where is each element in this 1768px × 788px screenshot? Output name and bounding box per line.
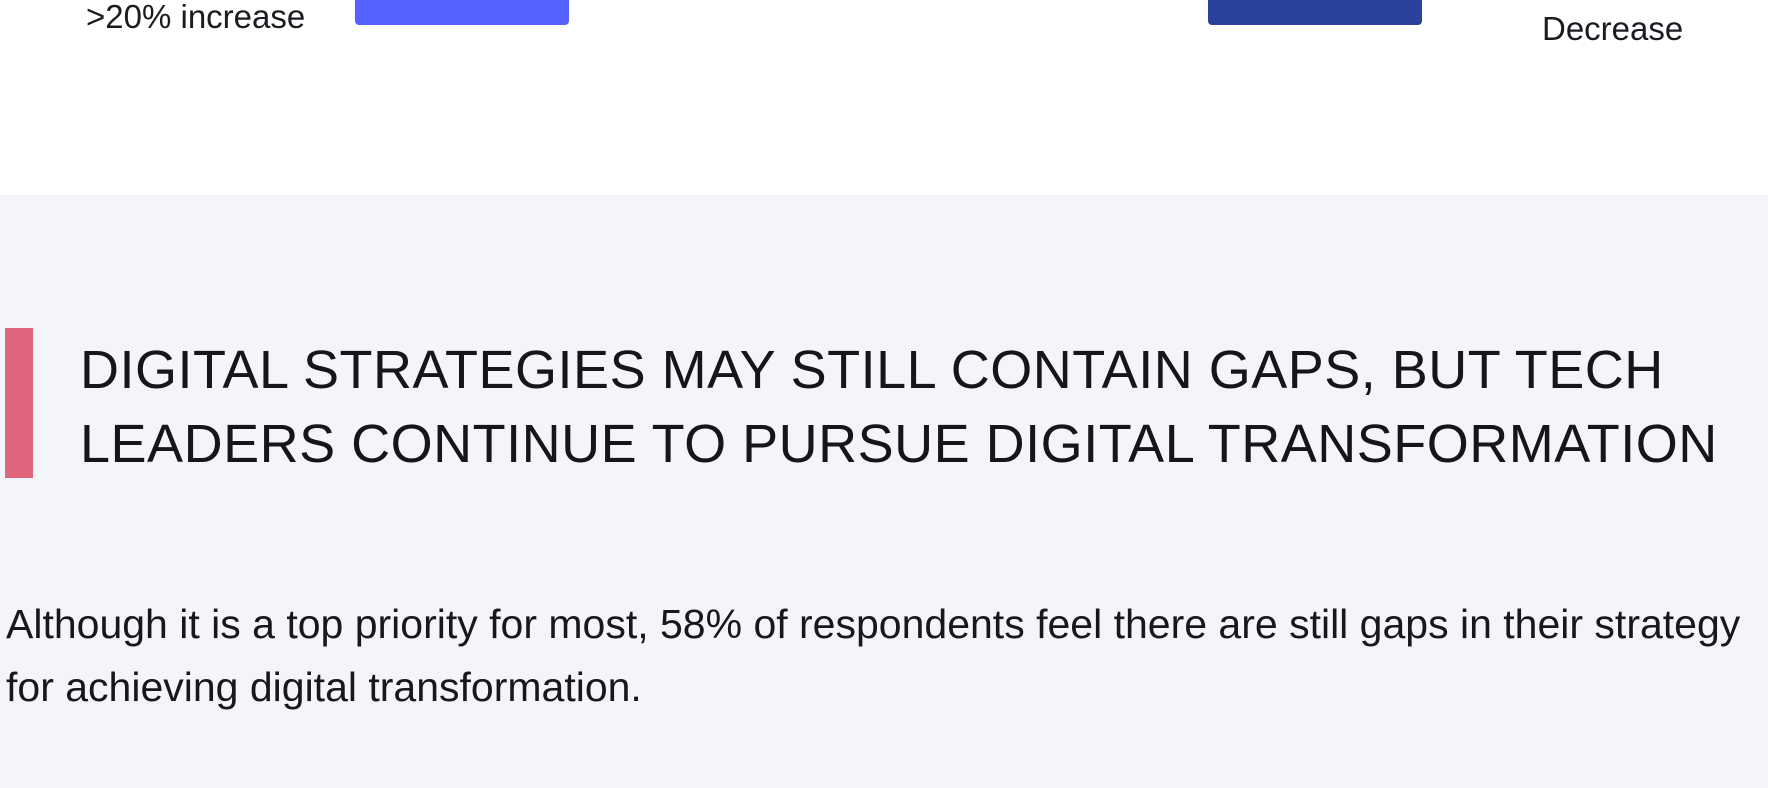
section-heading: DIGITAL STRATEGIES MAY STILL CONTAIN GAP… [80, 340, 1718, 474]
legend-swatch-decrease [1208, 0, 1422, 25]
legend-swatch-increase [355, 0, 569, 25]
legend-label-increase: >20% increase [86, 0, 306, 35]
section-body-text: Although it is a top priority for most, … [6, 601, 1741, 710]
heading-accent-bar [5, 328, 33, 478]
content-section: DIGITAL STRATEGIES MAY STILL CONTAIN GAP… [0, 195, 1768, 788]
legend-label-decrease: Decrease [1542, 10, 1684, 47]
chart-legend-area: >20% increase Decrease [0, 0, 1768, 195]
